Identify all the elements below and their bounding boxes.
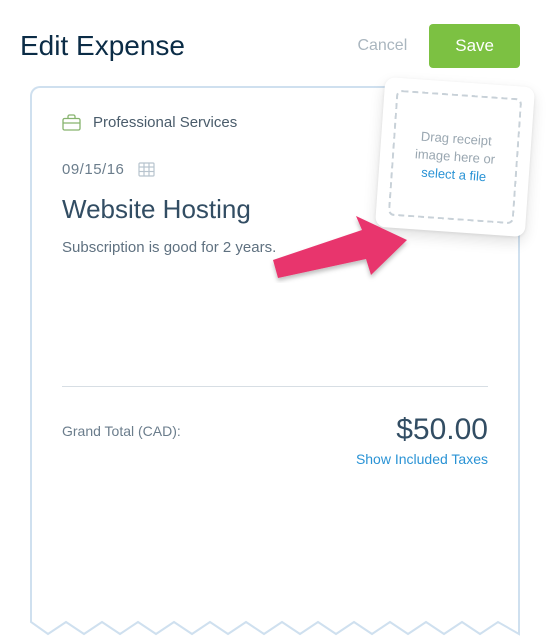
save-button[interactable]: Save <box>429 24 520 68</box>
header-actions: Cancel Save <box>357 24 520 68</box>
total-right: $50.00 Show Included Taxes <box>356 413 488 467</box>
header: Edit Expense Cancel Save <box>0 0 550 86</box>
date-value: 09/15/16 <box>62 161 124 178</box>
divider <box>62 386 488 387</box>
select-file-link[interactable]: select a file <box>421 164 487 187</box>
calendar-icon <box>138 162 155 177</box>
grand-total-label: Grand Total (CAD): <box>62 413 181 439</box>
receipt-zigzag-edge <box>30 616 520 638</box>
page-title: Edit Expense <box>20 30 185 62</box>
show-taxes-link[interactable]: Show Included Taxes <box>356 451 488 467</box>
category-label: Professional Services <box>93 114 237 131</box>
cancel-button[interactable]: Cancel <box>357 37 407 55</box>
expense-description[interactable]: Subscription is good for 2 years. <box>62 239 488 256</box>
totals-row: Grand Total (CAD): $50.00 Show Included … <box>62 413 488 467</box>
receipt-drop-inner: Drag receipt image here or select a file <box>388 90 522 224</box>
receipt-drop-zone[interactable]: Drag receipt image here or select a file <box>375 77 535 237</box>
briefcase-icon <box>62 114 81 131</box>
expense-card: Professional Services 09/15/16 Website H… <box>30 86 520 616</box>
grand-total-amount: $50.00 <box>356 413 488 447</box>
